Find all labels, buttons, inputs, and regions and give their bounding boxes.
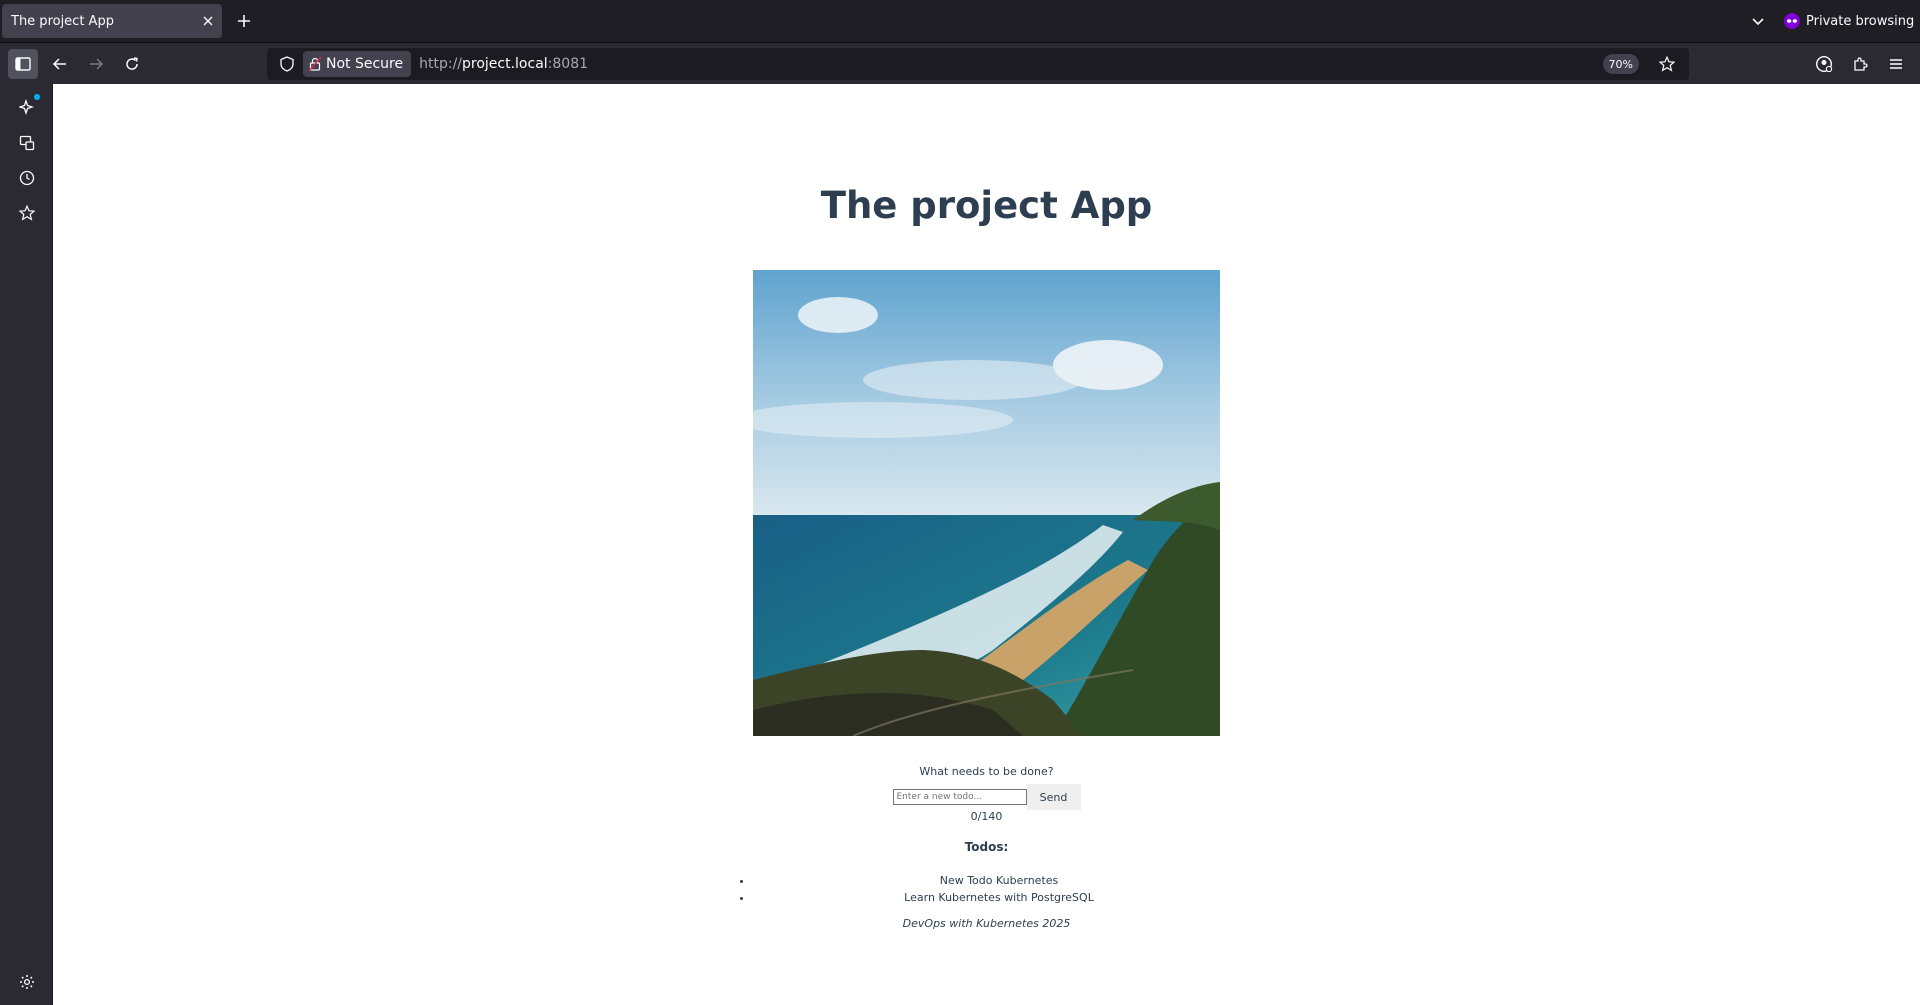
private-browsing-indicator: Private browsing [1784, 0, 1914, 42]
sidebar-settings-button[interactable] [12, 967, 42, 997]
star-icon [1659, 56, 1675, 72]
not-secure-label: Not Secure [326, 56, 404, 72]
bookmark-star-button[interactable] [1653, 50, 1681, 78]
hamburger-menu-icon [1890, 59, 1902, 69]
hero-image [753, 270, 1220, 736]
shield-icon [280, 56, 294, 72]
todo-input[interactable] [892, 789, 1027, 805]
close-icon [203, 16, 213, 26]
todo-item: Learn Kubernetes with PostgreSQL [753, 889, 1220, 906]
navigation-toolbar: Not Secure http://project.local:8081 70% [0, 42, 1920, 84]
page-footer: DevOps with Kubernetes 2025 [902, 917, 1071, 930]
private-browsing-label: Private browsing [1806, 13, 1915, 29]
ai-chatbot-button[interactable] [12, 92, 42, 122]
insecure-lock-icon [309, 57, 321, 71]
todo-item: New Todo Kubernetes [753, 872, 1220, 889]
plus-icon [238, 15, 250, 27]
reload-button[interactable] [117, 49, 147, 79]
todo-list: New Todo Kubernetes Learn Kubernetes wit… [753, 872, 1220, 906]
account-icon [1815, 55, 1833, 73]
private-mask-icon [1784, 13, 1800, 29]
page-content: The project App What needs to be done? E… [53, 84, 1920, 1005]
page-title: The project App [820, 184, 1153, 227]
star-icon [19, 205, 35, 221]
sidebar-toggle-button[interactable] [8, 49, 38, 79]
sidebar-icon [15, 57, 31, 71]
clock-icon [19, 170, 35, 186]
list-all-tabs-button[interactable] [1744, 7, 1772, 35]
reload-icon [126, 57, 138, 70]
zoom-level-button[interactable]: 70% [1602, 54, 1639, 74]
puzzle-icon [1854, 57, 1868, 71]
tab-title: The project App [11, 13, 114, 29]
chevron-down-icon [1752, 18, 1764, 26]
history-button[interactable] [12, 163, 42, 193]
arrow-right-icon [90, 58, 104, 70]
synced-tabs-button[interactable] [12, 128, 42, 158]
character-counter: 0/140 [970, 810, 1003, 823]
new-tab-button[interactable] [230, 7, 258, 35]
arrow-left-icon [52, 58, 66, 70]
tracking-protection-button[interactable] [273, 50, 301, 78]
site-security-button[interactable]: Not Secure [303, 51, 412, 77]
account-button[interactable] [1809, 49, 1839, 79]
send-button[interactable]: Send [1026, 784, 1081, 810]
coastal-landscape-image [753, 270, 1220, 736]
tab-project-app[interactable]: The project App [2, 4, 222, 38]
tab-strip: The project App Private browsing [0, 0, 1920, 42]
forward-button[interactable] [81, 49, 111, 79]
todo-form: Send [53, 784, 1920, 810]
extensions-button[interactable] [1845, 49, 1875, 79]
url-text[interactable]: http://project.local:8081 [419, 56, 588, 72]
bookmarks-button[interactable] [12, 198, 42, 228]
todo-prompt: What needs to be done? [919, 765, 1054, 778]
todos-heading: Todos: [964, 840, 1009, 854]
app-menu-button[interactable] [1881, 49, 1911, 79]
notification-dot [34, 94, 40, 100]
url-bar[interactable]: Not Secure http://project.local:8081 70% [267, 48, 1689, 80]
back-button[interactable] [45, 49, 75, 79]
gear-icon [20, 975, 34, 989]
close-tab-button[interactable] [194, 7, 222, 35]
synced-tabs-icon [19, 135, 35, 151]
sparkle-icon [19, 99, 35, 115]
sidebar [0, 84, 53, 1005]
